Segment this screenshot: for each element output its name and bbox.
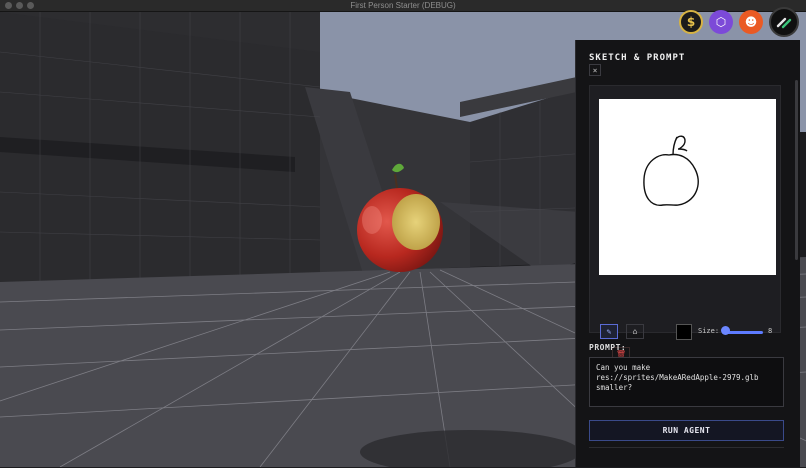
run-agent-button[interactable]: RUN AGENT	[589, 420, 784, 441]
panel-title: SKETCH & PROMPT	[589, 53, 686, 63]
panel-next-section	[589, 447, 784, 468]
sketch-area: ✎ ⌂ Size: 8 🗑	[589, 85, 781, 362]
logo-mark-icon	[776, 17, 792, 29]
size-slider-thumb[interactable]	[721, 326, 730, 335]
size-value: 8	[768, 327, 773, 335]
apple-sketch-drawing	[643, 135, 699, 206]
reddit-icon[interactable]: ☻	[739, 10, 763, 34]
prompt-textarea[interactable]: Can you make res://sprites/MakeARedApple…	[589, 357, 784, 407]
eraser-tool-button[interactable]: ⌂	[626, 324, 644, 339]
cube-icon[interactable]: ⬡	[709, 10, 733, 34]
sketch-canvas[interactable]	[599, 99, 776, 275]
color-swatch[interactable]	[676, 324, 692, 340]
panel-scrollbar[interactable]	[795, 80, 798, 260]
size-label: Size:	[698, 327, 720, 335]
app-logo-icon[interactable]	[769, 7, 799, 37]
top-toolbar: $ ⬡ ☻	[679, 7, 799, 37]
dollar-icon[interactable]: $	[679, 10, 703, 34]
sketch-prompt-panel: SKETCH & PROMPT × ✎ ⌂ Size: 8 🗑 PROMPT: …	[575, 40, 800, 467]
prompt-label: PROMPT:	[589, 343, 627, 352]
pen-tool-button[interactable]: ✎	[600, 324, 618, 339]
close-panel-button[interactable]: ×	[589, 64, 601, 76]
